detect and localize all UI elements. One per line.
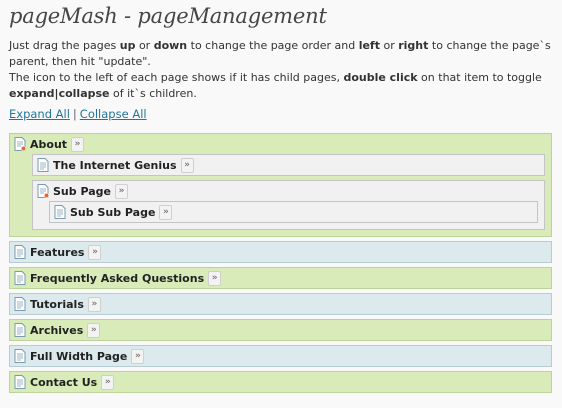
page-label: The Internet Genius — [53, 158, 177, 172]
page-icon — [14, 375, 26, 389]
page-icon — [14, 297, 26, 311]
page-row[interactable]: Frequently Asked Questions » — [10, 268, 551, 288]
double-chevron-right-icon[interactable]: » — [88, 244, 102, 260]
instructions-bold: double click — [343, 71, 418, 84]
page-label: Tutorials — [30, 297, 84, 311]
page-label: Sub Page — [53, 184, 111, 198]
page-label: Full Width Page — [30, 349, 128, 363]
page-icon — [14, 323, 26, 337]
double-chevron-right-icon[interactable]: » — [159, 204, 173, 220]
double-chevron-right-icon[interactable]: » — [131, 348, 145, 364]
double-chevron-right-icon[interactable]: » — [87, 296, 101, 312]
instructions-segment: of it`s children. — [109, 87, 197, 100]
child-list: Sub Sub Page » — [33, 201, 544, 229]
page-row[interactable]: Contact Us » — [10, 372, 551, 392]
page-label: Frequently Asked Questions — [30, 271, 205, 285]
page-item-tutorials[interactable]: Tutorials » — [9, 293, 552, 315]
page-icon — [37, 158, 49, 172]
page-with-children-icon[interactable] — [37, 184, 50, 199]
page-item-the-internet-genius[interactable]: The Internet Genius » — [32, 154, 545, 176]
instructions-segment: to change the page order and — [187, 39, 359, 52]
page-label: Features — [30, 245, 85, 259]
instructions-bold: right — [398, 39, 429, 52]
double-chevron-right-icon[interactable]: » — [208, 270, 222, 286]
page-with-children-icon[interactable] — [14, 137, 27, 152]
instructions-bold: up — [119, 39, 136, 52]
page-label: Contact Us — [30, 375, 98, 389]
page-icon — [14, 349, 26, 363]
page-icon — [54, 205, 66, 219]
page-row[interactable]: The Internet Genius » — [33, 155, 544, 175]
double-chevron-right-icon[interactable]: » — [101, 374, 115, 390]
child-list: The Internet Genius » Sub Page » Sub Sub… — [10, 154, 551, 236]
page-item-sub-page[interactable]: Sub Page » Sub Sub Page » — [32, 180, 545, 230]
page-icon — [14, 245, 26, 259]
instructions-segment: The icon to the left of each page shows … — [9, 71, 344, 84]
double-chevron-right-icon[interactable]: » — [180, 157, 194, 173]
instructions-bold: expand|collapse — [9, 87, 110, 100]
instructions-segment: or — [379, 39, 399, 52]
double-chevron-right-icon[interactable]: » — [114, 183, 128, 199]
page-label: About — [30, 137, 68, 151]
page-item-full-width-page[interactable]: Full Width Page » — [9, 345, 552, 367]
double-chevron-right-icon[interactable]: » — [87, 322, 101, 338]
page-item-sub-sub-page[interactable]: Sub Sub Page » — [49, 201, 538, 223]
instructions-text: Just drag the pages up or down to change… — [9, 38, 557, 102]
page-item-frequently-asked-questions[interactable]: Frequently Asked Questions » — [9, 267, 552, 289]
page-item-features[interactable]: Features » — [9, 241, 552, 263]
expand-collapse-links: Expand All | Collapse All — [9, 107, 147, 121]
page-list: About » The Internet Genius » Sub Page »… — [9, 133, 552, 397]
page-icon — [14, 271, 26, 285]
page-row[interactable]: Full Width Page » — [10, 346, 551, 366]
page-row[interactable]: Archives » — [10, 320, 551, 340]
page-row[interactable]: Features » — [10, 242, 551, 262]
page-row[interactable]: Sub Page » — [33, 181, 544, 201]
instructions-bold: left — [358, 39, 380, 52]
instructions-segment: on that item to toggle — [417, 71, 542, 84]
page-row[interactable]: About » — [10, 134, 551, 154]
expand-all-link[interactable]: Expand All — [9, 107, 70, 121]
page-label: Sub Sub Page — [70, 205, 156, 219]
instructions-segment: or — [135, 39, 154, 52]
page-title: pageMash - pageManagement — [9, 4, 327, 28]
instructions-bold: down — [153, 39, 188, 52]
page-item-contact-us[interactable]: Contact Us » — [9, 371, 552, 393]
link-separator: | — [72, 107, 77, 121]
instructions-segment: Just drag the pages — [9, 39, 120, 52]
double-chevron-right-icon[interactable]: » — [71, 136, 85, 152]
collapse-all-link[interactable]: Collapse All — [80, 107, 147, 121]
page-item-archives[interactable]: Archives » — [9, 319, 552, 341]
page-label: Archives — [30, 323, 84, 337]
page-row[interactable]: Sub Sub Page » — [50, 202, 537, 222]
page-row[interactable]: Tutorials » — [10, 294, 551, 314]
page-item-about[interactable]: About » The Internet Genius » Sub Page »… — [9, 133, 552, 237]
